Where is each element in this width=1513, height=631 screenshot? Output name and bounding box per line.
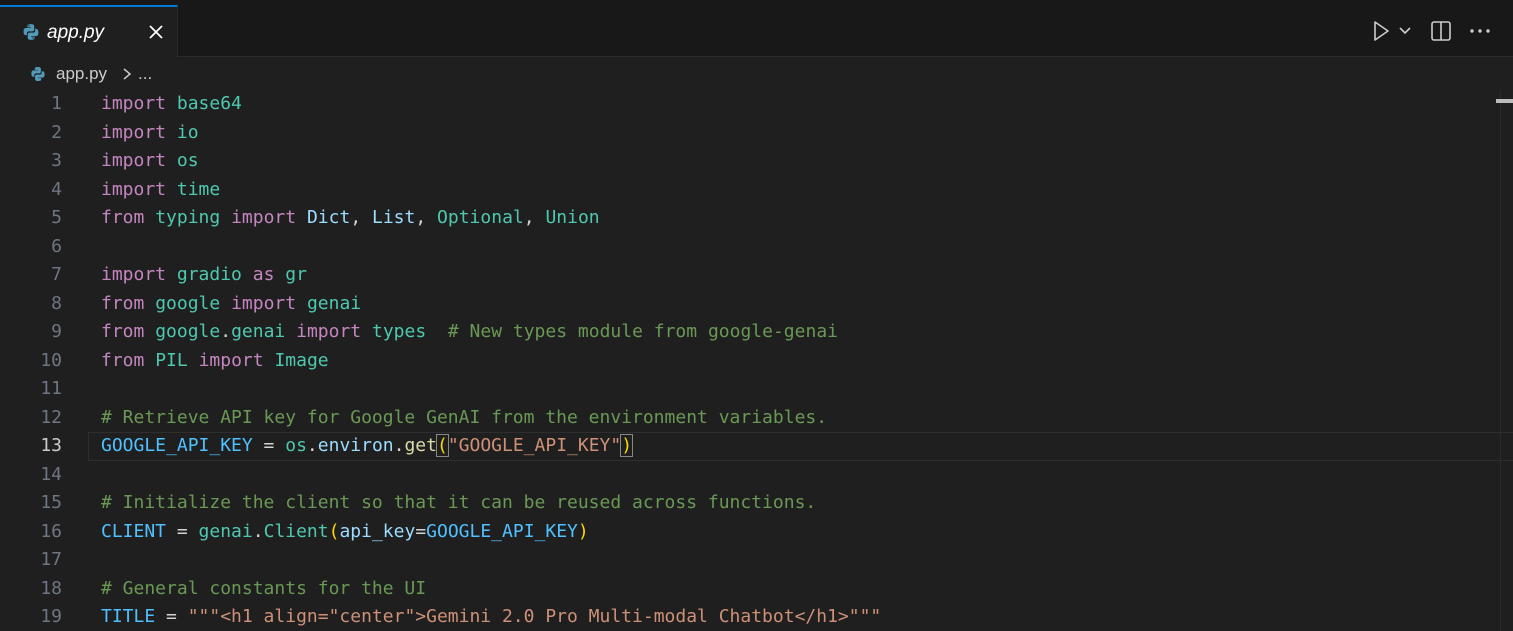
line-number: 6 [51,235,62,257]
code-line-current: 13 GOOGLE_API_KEY = os.environ.get("GOOGL… [0,432,1513,461]
line-code: import os [101,150,199,171]
line-code: from PIL import Image [101,349,329,371]
code-line: 9 from google.genai import types # New ty… [0,318,1513,347]
vertical-scrollbar[interactable] [1500,91,1513,631]
code-line: 8 from google import genai [0,290,1513,319]
line-number: 18 [40,577,62,599]
line-code: from google.genai import types # New typ… [101,321,838,342]
close-icon[interactable] [146,22,166,42]
split-editor-icon[interactable] [1430,20,1452,42]
line-code: # General constants for the UI [101,577,427,599]
line-number: 13 [40,435,62,456]
code-line: 19 TITLE = """<h1 align="center">Gemini 2… [0,603,1513,631]
code-line: 11 [0,375,1513,404]
breadcrumb: app.py ... [0,57,1500,91]
line-number: 16 [40,520,62,542]
code-line: 1 import base64 [0,90,1513,119]
line-number: 3 [51,150,62,171]
line-number: 12 [40,406,62,428]
chevron-right-icon [123,68,132,80]
run-icon[interactable] [1371,20,1391,42]
python-icon [31,67,45,81]
code-line: 4 import time [0,176,1513,205]
code-line: 6 [0,233,1513,262]
code-line: 15 # Initialize the client so that it can… [0,489,1513,518]
code-line: 14 [0,461,1513,490]
scrollbar-cursor-marker [1496,99,1513,103]
line-code: TITLE = """<h1 align="center">Gemini 2.0… [101,606,882,627]
code-line: 17 [0,546,1513,575]
line-number: 10 [40,349,62,371]
line-number: 7 [51,264,62,285]
line-number: 1 [51,93,62,114]
line-code: GOOGLE_API_KEY = os.environ.get("GOOGLE_… [101,434,634,457]
ellipsis-icon[interactable] [1468,20,1492,42]
code-line: 16 CLIENT = genai.Client(api_key=GOOGLE_A… [0,518,1513,547]
line-code: import base64 [101,93,242,114]
line-number: 14 [40,463,62,485]
line-code: from typing import Dict, List, Optional,… [101,207,600,228]
code-line: 7 import gradio as gr [0,261,1513,290]
code-line: 18 # General constants for the UI [0,575,1513,604]
line-code: from google import genai [101,292,362,314]
code-line: 12 # Retrieve API key for Google GenAI fr… [0,404,1513,433]
line-number: 15 [40,492,62,513]
breadcrumb-file[interactable]: app.py [56,64,107,84]
tab-bar: app.py [0,0,1513,57]
line-code: # Initialize the client so that it can b… [101,492,817,513]
breadcrumb-more[interactable]: ... [138,64,152,84]
line-number: 2 [51,121,62,143]
line-number: 17 [40,549,62,570]
line-number: 5 [51,207,62,228]
line-code: import gradio as gr [101,264,307,285]
code-line: 10 from PIL import Image [0,347,1513,376]
code-line: 3 import os [0,147,1513,176]
code-editor[interactable]: 1 import base64 2 import io 3 import os 4 im… [0,90,1513,631]
tab-app-py[interactable]: app.py [0,5,178,57]
line-code: # Retrieve API key for Google GenAI from… [101,406,828,428]
line-code: CLIENT = genai.Client(api_key=GOOGLE_API… [101,520,589,542]
python-icon [23,24,39,40]
line-code: import io [101,121,199,143]
chevron-down-icon[interactable] [1398,20,1412,42]
line-number: 11 [40,378,62,399]
code-line: 5 from typing import Dict, List, Optional… [0,204,1513,233]
line-number: 4 [51,178,62,200]
line-number: 9 [51,321,62,342]
line-number: 19 [40,606,62,627]
line-code: import time [101,178,221,200]
code-line: 2 import io [0,119,1513,148]
tab-label: app.py [47,22,105,43]
line-number: 8 [51,292,62,314]
